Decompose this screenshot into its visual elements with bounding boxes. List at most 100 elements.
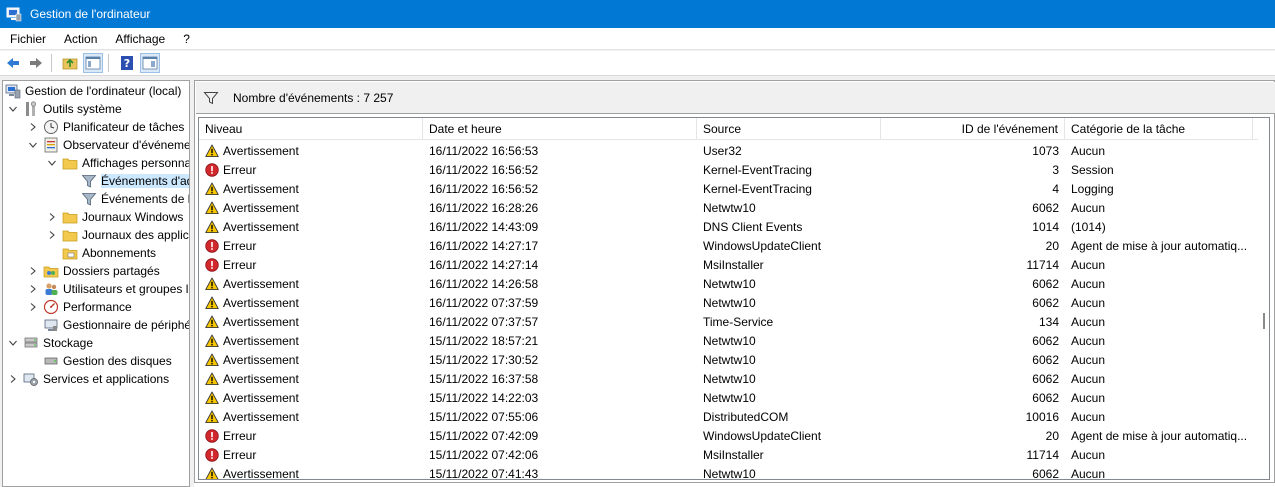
table-row[interactable]: Avertissement 15/11/2022 14:22:03 Netwtw10… [199, 388, 1259, 407]
tree-item-filter[interactable]: Événements de l [65, 190, 190, 208]
cell-niveau: Erreur [199, 160, 423, 179]
chevron-down-icon[interactable] [7, 337, 19, 349]
cell-date: 15/11/2022 07:42:09 [429, 428, 539, 443]
cell-event-id: 20 [1045, 238, 1059, 253]
tree-item-folder[interactable]: Journaux Windows [46, 208, 183, 226]
table-row[interactable]: Avertissement 16/11/2022 16:28:26 Netwtw10… [199, 198, 1259, 217]
table-row[interactable]: Avertissement 16/11/2022 14:26:58 Netwtw10… [199, 274, 1259, 293]
help-icon[interactable]: ? [117, 53, 137, 73]
chevron-right-icon[interactable] [46, 229, 58, 241]
table-row[interactable]: Avertissement 16/11/2022 16:56:52 Kernel-E… [199, 179, 1259, 198]
action-pane-icon[interactable] [140, 53, 160, 73]
table-row[interactable]: Avertissement 15/11/2022 07:41:43 Netwtw10… [199, 464, 1259, 479]
cell-niveau: Avertissement [199, 141, 423, 160]
menu-help[interactable]: ? [174, 32, 199, 46]
cell-niveau: Avertissement [199, 198, 423, 217]
event-count-label: Nombre d'événements : 7 257 [233, 90, 394, 105]
tree-item-device-manager[interactable]: Gestionnaire de périphé [27, 316, 189, 334]
cell-niveau: Avertissement [199, 179, 423, 198]
cell-event-id: 134 [1038, 314, 1059, 329]
chevron-right-icon[interactable] [27, 121, 39, 133]
back-arrow-icon[interactable] [3, 53, 23, 73]
cell-niveau: Avertissement [199, 350, 423, 369]
tree-item-label: Outils système [43, 102, 122, 116]
up-folder-icon[interactable] [60, 53, 80, 73]
tree-item-folder[interactable]: Affichages personna [46, 154, 189, 172]
column-header-niveau[interactable]: Niveau [199, 118, 423, 140]
column-header-event-id[interactable]: ID de l'événement [881, 118, 1065, 140]
chevron-down-icon[interactable] [27, 139, 39, 151]
shared-folder-icon [43, 263, 59, 279]
column-header-category[interactable]: Catégorie de la tâche [1065, 118, 1253, 140]
cell-category: Aucun [1071, 390, 1106, 405]
cell-category: Aucun [1071, 276, 1106, 291]
chevron-down-icon[interactable] [7, 103, 19, 115]
cell-event-id: 20 [1045, 428, 1059, 443]
cell-category: Aucun [1071, 314, 1106, 329]
menu-action[interactable]: Action [55, 32, 106, 46]
tree-item-label: Événements de l [101, 192, 190, 206]
chevron-right-icon[interactable] [27, 301, 39, 313]
tree-item-services[interactable]: Services et applications [7, 370, 169, 388]
tree-item-users[interactable]: Utilisateurs et groupes l [27, 280, 188, 298]
cell-date: 16/11/2022 14:27:17 [429, 238, 539, 253]
table-row[interactable]: Erreur 15/11/2022 07:42:06 MsiInstaller 117… [199, 445, 1259, 464]
table-row[interactable]: Erreur 15/11/2022 07:42:09 WindowsUpdateCl… [199, 426, 1259, 445]
warning-icon [205, 353, 219, 367]
table-row[interactable]: Avertissement 15/11/2022 16:37:58 Netwtw10… [199, 369, 1259, 388]
chevron-right-icon[interactable] [27, 283, 39, 295]
vertical-scrollbar[interactable] [1258, 118, 1269, 479]
show-hide-tree-icon[interactable] [83, 53, 103, 73]
chevron-right-icon[interactable] [7, 373, 19, 385]
table-row[interactable]: Avertissement 15/11/2022 17:30:52 Netwtw10… [199, 350, 1259, 369]
cell-date: 16/11/2022 14:43:09 [429, 219, 539, 234]
warning-icon [205, 410, 219, 424]
cell-date: 16/11/2022 07:37:57 [429, 314, 539, 329]
column-header-source[interactable]: Source [697, 118, 881, 140]
table-row[interactable]: Avertissement 15/11/2022 18:57:21 Netwtw10… [199, 331, 1259, 350]
table-row[interactable]: Avertissement 16/11/2022 14:43:09 DNS Clie… [199, 217, 1259, 236]
chevron-right-icon[interactable] [27, 265, 39, 277]
tree-item-shared-folder[interactable]: Dossiers partagés [27, 262, 160, 280]
table-row[interactable]: Erreur 16/11/2022 14:27:17 WindowsUpdateCl… [199, 236, 1259, 255]
tree-item-label: Dossiers partagés [63, 264, 160, 278]
table-row[interactable]: Avertissement 16/11/2022 07:37:57 Time-Ser… [199, 312, 1259, 331]
tree-item-disk[interactable]: Gestion des disques [27, 352, 172, 370]
tree-item-subscriptions[interactable]: Abonnements [46, 244, 156, 262]
chevron-down-icon[interactable] [46, 157, 58, 169]
table-row[interactable]: Avertissement 16/11/2022 16:56:53 User32 10… [199, 141, 1259, 160]
folder-icon [62, 209, 78, 225]
table-row[interactable]: Erreur 16/11/2022 16:56:52 Kernel-EventTra… [199, 160, 1259, 179]
scrollbar-thumb[interactable] [1263, 313, 1265, 329]
cell-source: Netwtw10 [703, 200, 756, 215]
cell-event-id: 6062 [1032, 200, 1059, 215]
table-row[interactable]: Erreur 16/11/2022 14:27:14 MsiInstaller 117… [199, 255, 1259, 274]
tree-item-event-viewer[interactable]: Observateur d'événeme [27, 136, 189, 154]
cell-source: Netwtw10 [703, 390, 756, 405]
tree-item-performance[interactable]: Performance [27, 298, 132, 316]
chevron-right-icon[interactable] [46, 211, 58, 223]
warning-icon [205, 334, 219, 348]
event-grid: Niveau Date et heure Source ID de l'évén… [198, 117, 1270, 480]
tree-item-filter[interactable]: Événements d'ad [65, 172, 189, 190]
tree-item-storage[interactable]: Stockage [7, 334, 93, 352]
column-header-date[interactable]: Date et heure [423, 118, 697, 140]
cell-date: 15/11/2022 14:22:03 [429, 390, 539, 405]
menu-fichier[interactable]: Fichier [0, 32, 55, 46]
tree-item-folder[interactable]: Journaux des applic [46, 226, 189, 244]
forward-arrow-icon[interactable] [26, 53, 46, 73]
error-icon [205, 447, 219, 462]
menu-bar: Fichier Action Affichage ? [0, 28, 1275, 50]
table-row[interactable]: Avertissement 15/11/2022 07:55:06 Distribu… [199, 407, 1259, 426]
cell-date: 15/11/2022 07:42:06 [429, 447, 539, 462]
clock-icon [43, 119, 59, 135]
tree-item-computer-management[interactable]: Gestion de l'ordinateur (local) [5, 82, 181, 100]
tree-item-clock[interactable]: Planificateur de tâches [27, 118, 184, 136]
level-text: Avertissement [223, 314, 299, 329]
menu-affichage[interactable]: Affichage [106, 32, 174, 46]
table-row[interactable]: Avertissement 16/11/2022 07:37:59 Netwtw10… [199, 293, 1259, 312]
tree-item-tools[interactable]: Outils système [7, 100, 122, 118]
cell-event-id: 6062 [1032, 371, 1059, 386]
cell-niveau: Avertissement [199, 217, 423, 236]
svg-text:?: ? [124, 57, 130, 70]
